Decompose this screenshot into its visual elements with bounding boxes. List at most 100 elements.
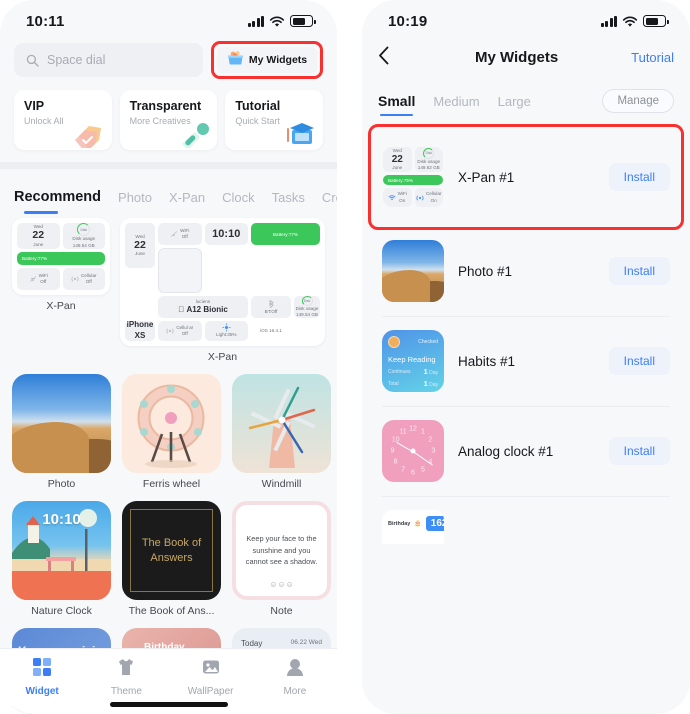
promo-card-tutorial[interactable]: Tutorial Quick Start	[225, 90, 324, 150]
status-time: 10:11	[26, 12, 65, 30]
status-bar-left: 10:11	[0, 0, 337, 36]
xpan-cellular-cell: Cellul ar Off	[158, 321, 202, 341]
bluetooth-icon	[269, 299, 274, 309]
xpan-cellular-cell: Cellular On	[414, 188, 443, 207]
disk-ring-icon: Disk	[77, 223, 91, 237]
my-widgets-label: My Widgets	[248, 54, 308, 66]
segment-medium[interactable]: Medium	[433, 94, 479, 109]
today-date: 06.22 Wed	[290, 639, 322, 646]
gallery-item-ferris-wheel[interactable]: Ferris wheel	[122, 374, 221, 490]
promo-card-vip[interactable]: VIP Unlock All	[14, 90, 112, 150]
xpan-light-cell: Light:35%	[204, 321, 248, 341]
today-label: Today	[241, 639, 263, 648]
status-time: 10:19	[388, 12, 428, 30]
gallery-caption: Windmill	[261, 478, 302, 490]
thumbnail-note: Keep your face to the sunshine and you c…	[232, 501, 331, 600]
bunny-icons: ☺☺☺	[269, 580, 294, 589]
note-overlay-text: Keep your face to the sunshine and you c…	[245, 533, 318, 567]
habit-title: Keep Reading	[388, 355, 436, 364]
list-item-xpan-highlight-wrap: Wed 22 June Disk Disk usage 149.62 GB Ba…	[368, 124, 684, 230]
habit-total: Total 1 Day	[388, 381, 438, 388]
disk-ring-icon: Disk	[301, 296, 313, 306]
disk-ring-icon: Disk	[423, 147, 435, 159]
tab-label: Widget	[25, 686, 59, 697]
xpan-phone-outline	[158, 248, 202, 293]
gallery-item-windmill[interactable]: Windmill	[232, 374, 331, 490]
widget-preview-habits: Checked Keep Reading Continues 1 Day Tot…	[382, 330, 444, 392]
tab-theme[interactable]: Theme	[84, 657, 168, 697]
install-button[interactable]: Install	[608, 257, 670, 285]
featured-card-xpan-small[interactable]: Wed 22 June Disk Disk usage 149.54 GB Ba…	[12, 218, 110, 363]
xpan-day: 22	[32, 229, 45, 242]
section-divider	[0, 162, 337, 169]
xpan-wifi-label: WiFi	[38, 272, 48, 278]
install-button[interactable]: Install	[608, 163, 670, 191]
list-item[interactable]: Wed 22 June Disk Disk usage 149.62 GB Ba…	[376, 128, 676, 226]
book-overlay-text: The Book of Answers	[129, 508, 214, 593]
xpan-wifi-state: Off	[40, 279, 47, 284]
category-tab-photo[interactable]: Photo	[118, 190, 152, 207]
install-button[interactable]: Install	[608, 437, 670, 465]
birthday-count: 162	[425, 516, 444, 531]
featured-row: Wed 22 June Disk Disk usage 149.54 GB Ba…	[12, 218, 325, 363]
list-item[interactable]: Checked Keep Reading Continues 1 Day Tot…	[376, 316, 676, 406]
search-input[interactable]: Space dial	[14, 43, 203, 77]
wifi-on-icon	[388, 194, 396, 200]
xpan-disk-cell: Disk Disk usage 149.54 GB	[62, 223, 105, 249]
nav-bar: My Widgets Tutorial	[362, 36, 690, 78]
xpan-device-cell: luciens  A12 Bionic	[158, 296, 248, 318]
manage-button[interactable]: Manage	[602, 89, 674, 113]
tab-wallpaper[interactable]: WallPaper	[169, 657, 253, 697]
widget-preview-birthday: Birthday 🎂 162	[382, 510, 444, 544]
promo-card-transparent[interactable]: Transparent More Creatives	[119, 90, 218, 150]
phone-left: 10:11 Space dial My Widgets VIP Unlock A…	[0, 0, 337, 714]
xpan-month: June	[33, 241, 44, 247]
gallery-item-note[interactable]: Keep your face to the sunshine and you c…	[232, 501, 331, 617]
category-tab-tasks[interactable]: Tasks	[272, 190, 305, 207]
thumbnail-book: The Book of Answers	[122, 501, 221, 600]
gallery-item-book-of-answers[interactable]: The Book of Answers The Book of Ans...	[122, 501, 221, 617]
wifi-off-icon	[170, 231, 178, 237]
tab-label: Theme	[110, 686, 142, 697]
tshirt-icon	[116, 657, 136, 682]
chevron-left-icon[interactable]	[378, 46, 402, 69]
xpan-date-cell: Wed 22 June	[17, 223, 60, 249]
promo-title: Tutorial	[235, 99, 281, 113]
featured-card-xpan-medium[interactable]: Wed 22 June WiFi Off 10:10 Battery:77% l…	[120, 218, 325, 363]
search-icon	[26, 54, 39, 67]
search-row: Space dial My Widgets	[0, 36, 337, 80]
widget-preview-xpan: Wed 22 June Disk Disk usage 149.62 GB Ba…	[382, 146, 444, 208]
segment-large[interactable]: Large	[498, 94, 531, 109]
category-tab-recommend[interactable]: Recommend	[14, 189, 101, 207]
bottom-tab-bar: Widget Theme WallPaper More	[0, 648, 337, 714]
my-widgets-button[interactable]: My Widgets	[217, 47, 317, 73]
widget-grid: Wed 22 June Disk Disk usage 149.54 GB Ba…	[0, 214, 337, 714]
my-widgets-highlight-wrap: My Widgets	[211, 41, 323, 79]
list-item[interactable]: Birthday 🎂 162	[376, 496, 676, 544]
tutorial-link[interactable]: Tutorial	[631, 50, 674, 65]
install-button[interactable]: Install	[608, 347, 670, 375]
category-tab-xpan[interactable]: X-Pan	[169, 190, 205, 207]
tab-label: WallPaper	[187, 686, 234, 697]
widget-preview-photo	[382, 240, 444, 302]
list-item[interactable]: 12 1 2 345 678 9 10 11 Analog clock #1 Insta…	[376, 406, 676, 496]
widget-name: Habits #1	[458, 353, 516, 369]
category-tab-clock[interactable]: Clock	[222, 190, 255, 207]
status-icons	[600, 15, 669, 27]
tab-widget[interactable]: Widget	[0, 657, 84, 697]
gallery-row-2: 10:10 Nature Clock The Book of Answers T…	[12, 490, 331, 617]
cellular-off-icon	[166, 328, 174, 334]
xpan-cell-state: Off	[85, 279, 92, 284]
segment-small[interactable]: Small	[378, 93, 415, 116]
thumbnail-donut	[122, 374, 221, 473]
category-tab-creative[interactable]: Cre	[322, 190, 337, 207]
gallery-item-photo[interactable]: Photo	[12, 374, 111, 490]
gallery-caption: Note	[270, 605, 293, 617]
tool-icon	[182, 123, 210, 148]
tab-more[interactable]: More	[253, 657, 337, 697]
gallery-item-nature-clock[interactable]: 10:10 Nature Clock	[12, 501, 111, 617]
featured-caption: X-Pan	[46, 300, 76, 312]
list-item[interactable]: Photo #1 Install	[376, 226, 676, 316]
gallery-caption: Nature Clock	[31, 605, 92, 617]
xpan-disk-cell: Disk Disk usage 149.54 GB	[294, 296, 320, 318]
